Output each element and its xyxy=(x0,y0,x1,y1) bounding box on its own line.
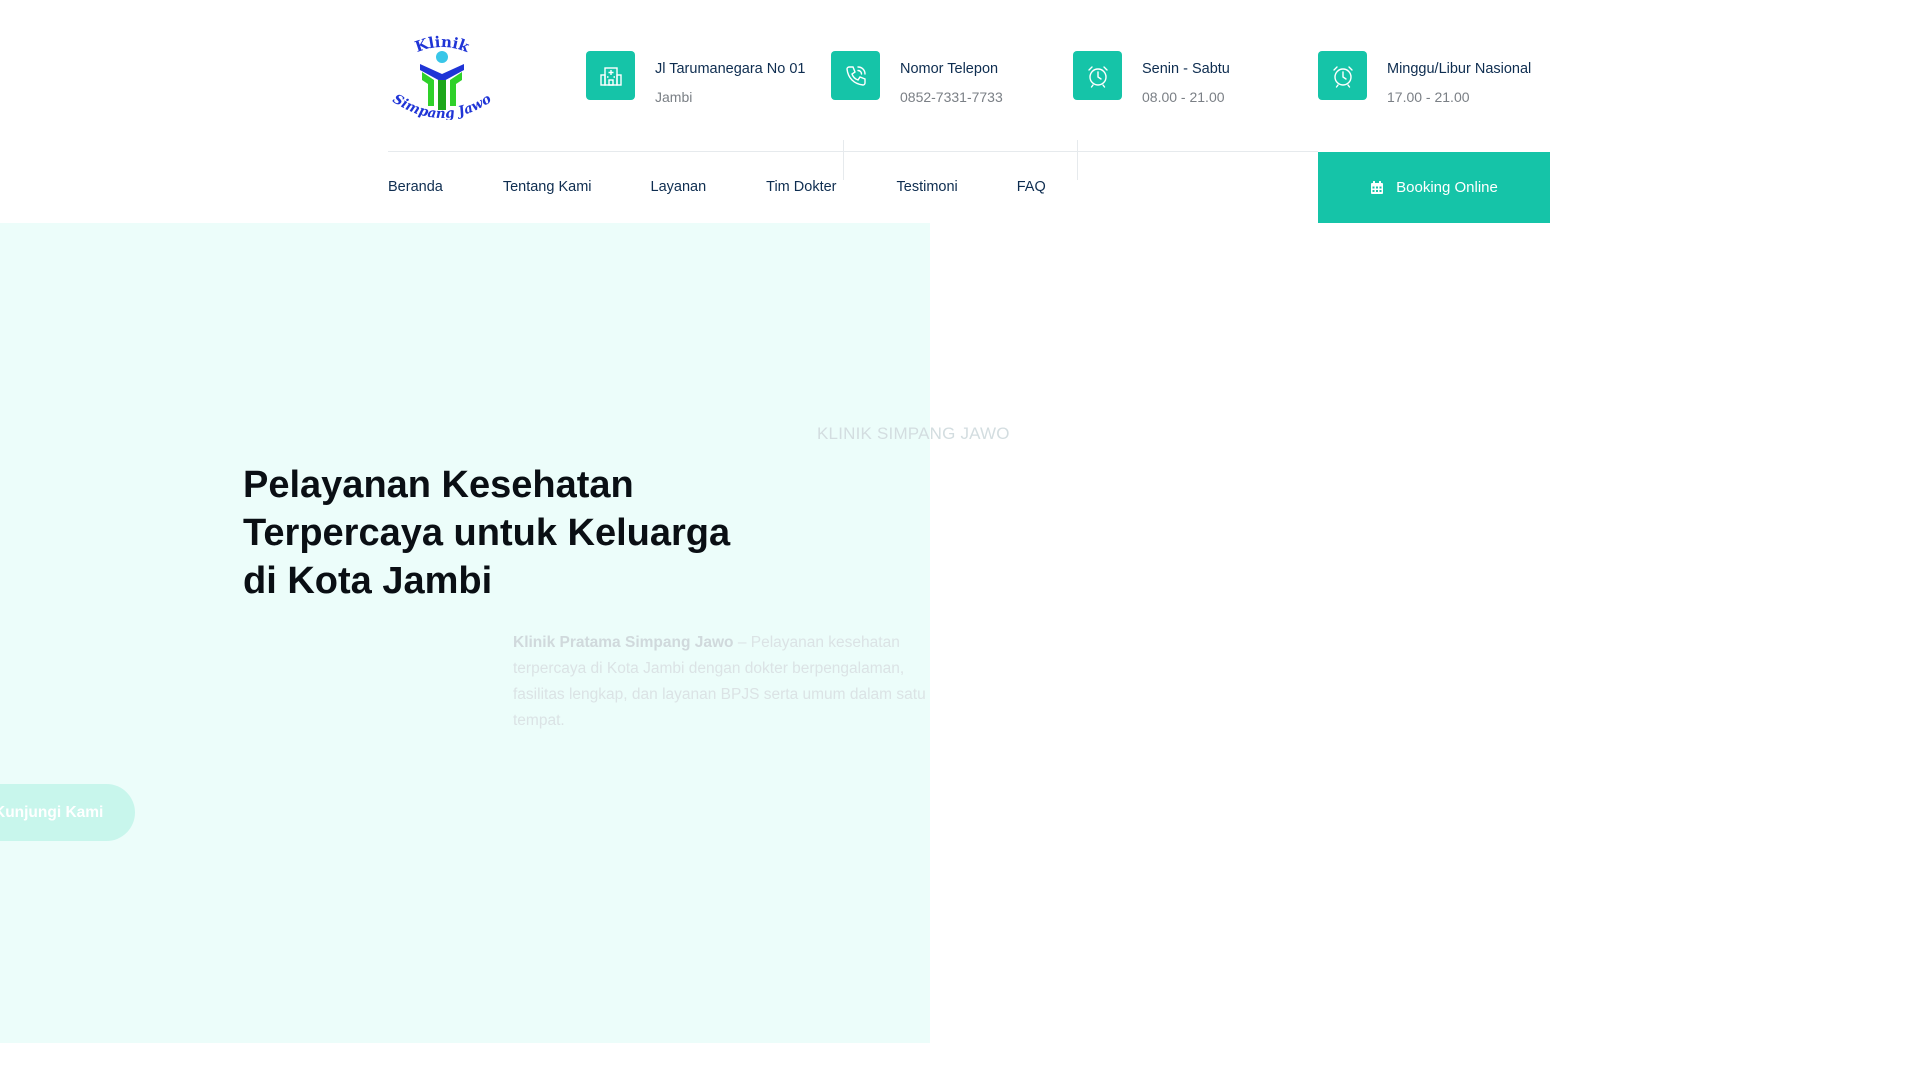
info-phone[interactable]: Nomor Telepon 0852-7331-7733 xyxy=(831,51,1003,105)
info-hours-holiday: Minggu/Libur Nasional 17.00 - 21.00 xyxy=(1318,51,1532,105)
nav-separator xyxy=(843,140,844,180)
hero-description-clinic-name: Klinik Pratama Simpang Jawo xyxy=(513,634,734,651)
phone-number[interactable]: 0852-7331-7733 xyxy=(900,89,1003,106)
hero-title: Pelayanan Kesehatan Terpercaya untuk Kel… xyxy=(243,461,803,605)
info-hours-weekday: Senin - Sabtu 08.00 - 21.00 xyxy=(1073,51,1230,105)
hero-title-line: Terpercaya untuk Keluarga xyxy=(243,512,731,554)
booking-online-label: Booking Online xyxy=(1396,179,1498,196)
clinic-logo[interactable]: Klinik Simpang Jawo xyxy=(376,34,508,120)
nav-item-faq[interactable]: FAQ xyxy=(1017,179,1046,195)
hero-eyebrow: KLINIK SIMPANG JAWO xyxy=(817,424,1010,443)
holiday-hours: 17.00 - 21.00 xyxy=(1387,89,1470,105)
nav-separator xyxy=(1077,140,1078,180)
phone-label: Nomor Telepon xyxy=(900,61,999,77)
calendar-icon xyxy=(1371,180,1384,194)
booking-online-button[interactable]: Booking Online xyxy=(1318,152,1550,223)
phone-icon xyxy=(831,51,880,100)
address-city: Jambi xyxy=(655,89,693,105)
hero-title-line: Pelayanan Kesehatan xyxy=(243,464,634,506)
nav-item-tim-dokter[interactable]: Tim Dokter xyxy=(766,179,836,195)
nav-item-testimoni[interactable]: Testimoni xyxy=(897,179,958,195)
hero-title-line: di Kota Jambi xyxy=(243,560,493,602)
info-address: Jl Tarumanegara No 01 Jambi xyxy=(586,51,806,105)
nav-item-tentang-kami[interactable]: Tentang Kami xyxy=(503,179,592,195)
weekday-label: Senin - Sabtu xyxy=(1142,61,1230,77)
logo-graphic: Klinik Simpang Jawo xyxy=(390,34,494,120)
weekday-hours: 08.00 - 21.00 xyxy=(1142,89,1225,105)
alarm-clock-icon xyxy=(1073,51,1122,100)
holiday-label: Minggu/Libur Nasional xyxy=(1387,61,1532,77)
nav-item-beranda[interactable]: Beranda xyxy=(388,179,443,195)
nav-divider xyxy=(388,151,1318,152)
alarm-clock-icon xyxy=(1318,51,1367,100)
visit-us-label: Kunjungi Kami xyxy=(0,803,104,821)
address-line: Jl Tarumanegara No 01 xyxy=(655,61,806,77)
main-nav: Beranda Tentang Kami Layanan Tim Dokter … xyxy=(388,179,1046,195)
nav-item-layanan[interactable]: Layanan xyxy=(651,179,707,195)
hospital-icon xyxy=(586,51,635,100)
hero-description: Klinik Pratama Simpang Jawo – Pelayanan … xyxy=(513,630,933,734)
visit-us-button[interactable]: Kunjungi Kami xyxy=(0,784,135,841)
